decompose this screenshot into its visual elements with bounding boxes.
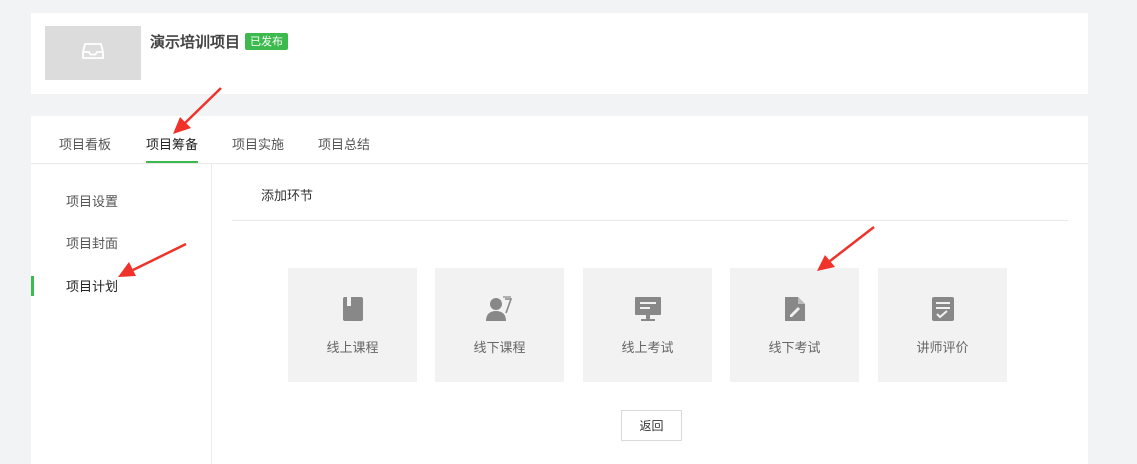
book-icon — [342, 296, 364, 324]
document-pen-icon — [784, 296, 806, 324]
main-panel: 项目看板 项目筹备 项目实施 项目总结 项目设置 项目封面 项目计划 添加环节 … — [31, 116, 1088, 464]
active-tab-indicator — [146, 161, 198, 163]
tab-dashboard[interactable]: 项目看板 — [59, 134, 111, 153]
project-thumbnail — [45, 26, 141, 80]
sidebar-item-plan[interactable]: 项目计划 — [66, 276, 118, 295]
step-offline-exam[interactable]: 线下考试 — [730, 268, 859, 382]
project-title: 演示培训项目 — [150, 33, 241, 51]
step-label: 线上课程 — [326, 341, 379, 356]
step-offline-course[interactable]: 线下课程 — [435, 268, 564, 382]
project-header: 演示培训项目 已发布 — [31, 13, 1088, 94]
tab-implementation[interactable]: 项目实施 — [232, 134, 284, 153]
step-label: 线下课程 — [473, 341, 526, 356]
monitor-icon — [634, 296, 662, 324]
teacher-icon — [485, 296, 514, 324]
step-online-exam[interactable]: 线上考试 — [583, 268, 712, 382]
sidebar-item-settings[interactable]: 项目设置 — [66, 191, 118, 210]
divider — [232, 220, 1068, 221]
tab-bar: 项目看板 项目筹备 项目实施 项目总结 — [31, 116, 1088, 164]
section-title: 添加环节 — [261, 189, 314, 204]
status-badge: 已发布 — [245, 33, 289, 50]
back-button[interactable]: 返回 — [621, 410, 682, 441]
sidebar: 项目设置 项目封面 项目计划 — [31, 164, 212, 464]
step-label: 线上考试 — [621, 341, 674, 356]
checklist-icon — [931, 296, 955, 324]
step-label: 线下考试 — [768, 341, 821, 356]
active-sidebar-indicator — [31, 276, 34, 296]
inbox-icon — [82, 42, 104, 64]
sidebar-item-cover[interactable]: 项目封面 — [66, 233, 118, 252]
tab-summary[interactable]: 项目总结 — [318, 134, 370, 153]
step-label: 讲师评价 — [916, 341, 969, 356]
step-lecturer-evaluation[interactable]: 讲师评价 — [878, 268, 1007, 382]
tab-preparation[interactable]: 项目筹备 — [146, 134, 198, 153]
step-online-course[interactable]: 线上课程 — [288, 268, 417, 382]
